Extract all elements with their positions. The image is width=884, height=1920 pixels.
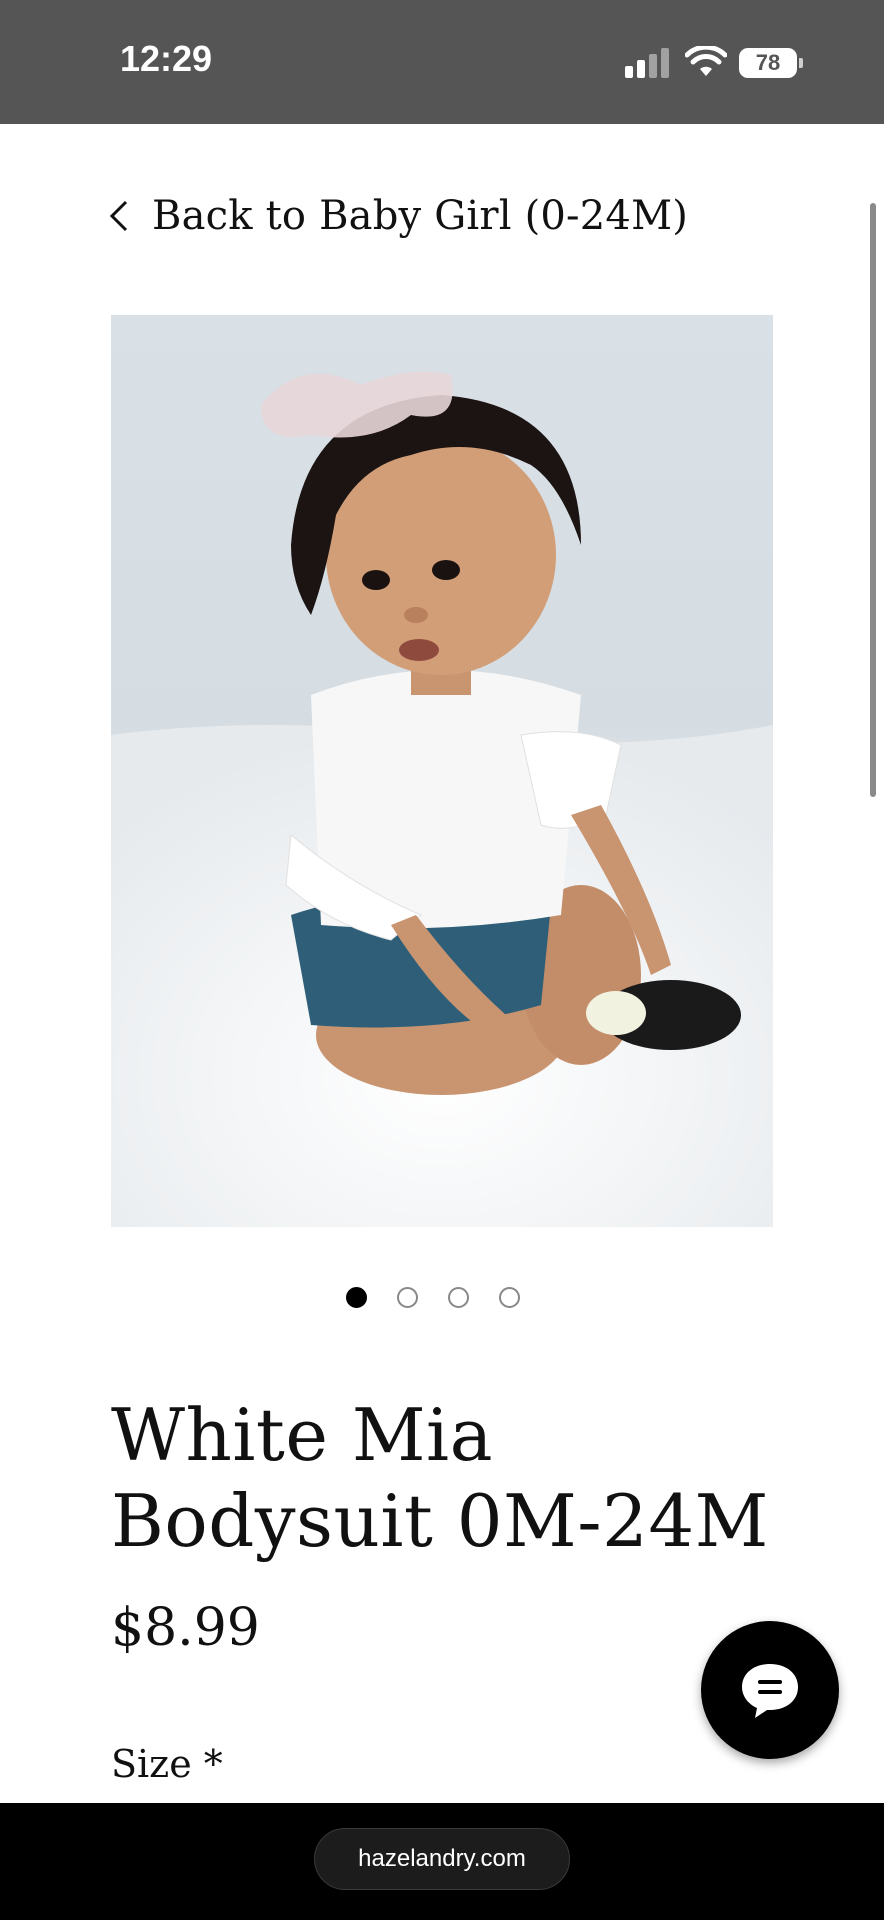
url-bar[interactable]: hazelandry.com — [314, 1828, 570, 1890]
scrollbar[interactable] — [870, 203, 876, 797]
status-bar: 12:29 78 — [0, 0, 884, 124]
carousel-dot-1[interactable] — [346, 1287, 367, 1308]
status-time: 12:29 — [120, 38, 213, 79]
back-link[interactable]: Back to Baby Girl (0-24M) — [108, 188, 688, 244]
wifi-icon — [685, 46, 727, 76]
chevron-left-icon — [109, 200, 128, 232]
browser-bar: hazelandry.com — [0, 1803, 884, 1920]
battery-icon: 78 — [739, 48, 797, 78]
chat-bubble-icon — [742, 1664, 798, 1718]
size-label: Size * — [111, 1742, 223, 1786]
product-photo — [111, 371, 773, 1227]
signal-icon — [625, 48, 673, 78]
carousel-dots — [346, 1287, 536, 1313]
carousel-dot-3[interactable] — [448, 1287, 469, 1308]
product-title: White Mia Bodysuit 0M-24M — [111, 1393, 769, 1563]
carousel-dot-4[interactable] — [499, 1287, 520, 1308]
back-link-label: Back to Baby Girl (0-24M) — [152, 193, 689, 239]
product-price: $8.99 — [111, 1598, 260, 1658]
chat-button[interactable] — [701, 1621, 839, 1759]
carousel-dot-2[interactable] — [397, 1287, 418, 1308]
product-image[interactable] — [111, 315, 773, 1227]
battery-cap — [799, 58, 803, 68]
